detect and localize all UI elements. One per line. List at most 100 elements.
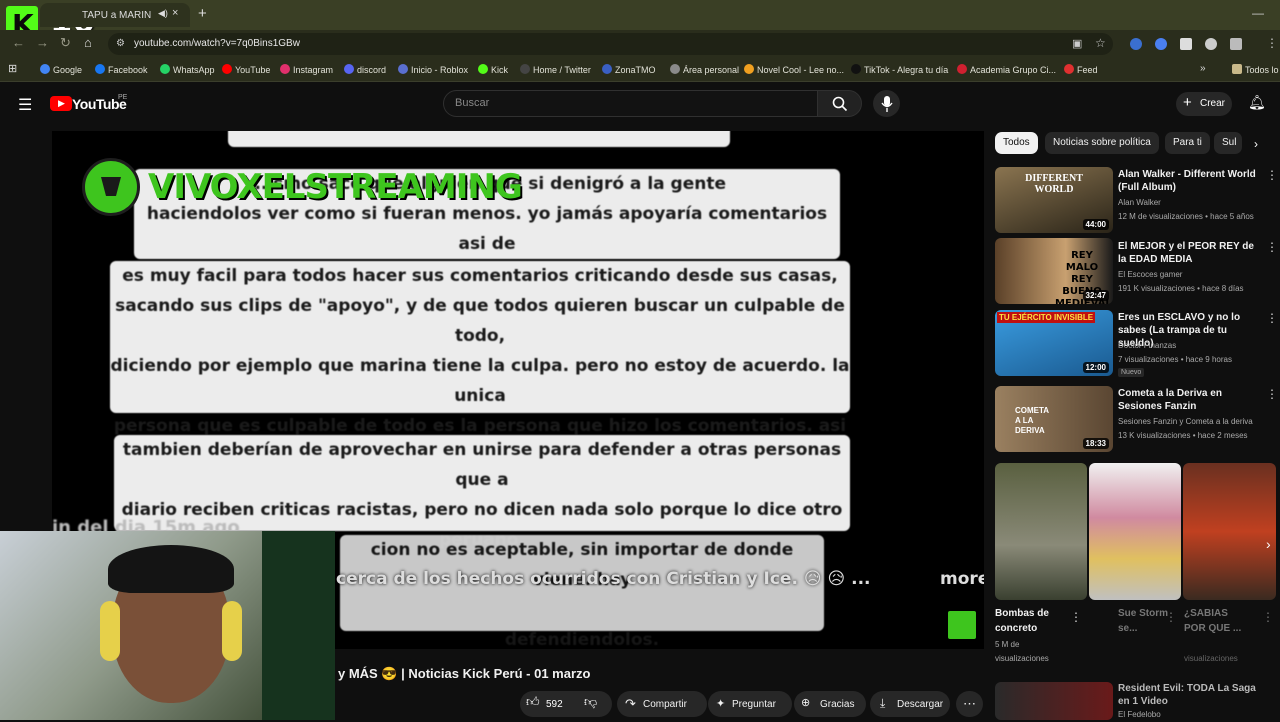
video-caption-more: more bbox=[940, 569, 984, 589]
bookmark-discord[interactable]: discord bbox=[344, 64, 386, 75]
notifications-bell-icon[interactable]: 🔔︎ bbox=[1248, 94, 1266, 111]
bookmark-youtube[interactable]: YouTube bbox=[222, 64, 270, 75]
extension-icon-4[interactable] bbox=[1205, 38, 1217, 50]
vivoxel-logo bbox=[82, 158, 140, 216]
site-info-icon[interactable]: ⚙ bbox=[116, 38, 125, 49]
video-menu-icon[interactable]: ⋮ bbox=[1266, 311, 1278, 325]
bookmark-favicon-icon bbox=[602, 64, 612, 74]
new-tab-button[interactable]: + bbox=[198, 5, 207, 22]
forward-icon[interactable]: → bbox=[36, 35, 49, 50]
bookmark-google[interactable]: Google bbox=[40, 64, 82, 75]
video-channel[interactable]: Sesiones Fanzin y Cometa a la deriva bbox=[1118, 415, 1268, 429]
bookmark-star-icon[interactable]: ☆ bbox=[1095, 36, 1106, 50]
like-button[interactable]: 👍︎ bbox=[526, 694, 540, 710]
bookmark-feed[interactable]: Feed bbox=[1064, 64, 1098, 75]
browser-menu-icon[interactable]: ⋮ bbox=[1266, 36, 1278, 50]
video-thumbnail[interactable] bbox=[995, 682, 1113, 720]
chip-politics[interactable]: Noticias sobre política bbox=[1045, 132, 1159, 154]
close-tab-icon[interactable]: × bbox=[172, 7, 178, 19]
video-title-link[interactable]: Cometa a la Deriva en Sesiones Fanzin bbox=[1118, 387, 1263, 413]
short-thumbnail[interactable] bbox=[1183, 463, 1276, 600]
bookmark-tiktok-alegra-tu-d-a[interactable]: TikTok - Alegra tu día bbox=[851, 64, 948, 75]
download-button[interactable]: ⤓ Descargar bbox=[870, 691, 950, 717]
home-icon[interactable]: ⌂ bbox=[84, 35, 92, 50]
speaker-icon[interactable]: ◀) bbox=[158, 8, 168, 19]
comment-bubble-2: es muy facil para todos hacer sus coment… bbox=[110, 261, 850, 496]
bookmark-whatsapp[interactable]: WhatsApp bbox=[160, 64, 215, 75]
bookmark-favicon-icon bbox=[1064, 64, 1074, 74]
cast-icon[interactable]: ▣ bbox=[1072, 37, 1082, 50]
new-badge: Nuevo bbox=[1118, 368, 1145, 377]
bookmark-instagram[interactable]: Instagram bbox=[280, 64, 333, 75]
short-thumbnail[interactable] bbox=[1089, 463, 1181, 600]
video-thumbnail[interactable]: DIFFERENT WORLD 44:00 bbox=[995, 167, 1113, 233]
url-text[interactable]: youtube.com/watch?v=7q0Bins1GBw bbox=[134, 38, 300, 49]
share-icon: ↷ bbox=[625, 696, 636, 711]
apps-grid-icon[interactable]: ⊞ bbox=[8, 62, 17, 75]
extension-icon-2[interactable] bbox=[1155, 38, 1167, 50]
back-icon[interactable]: ← bbox=[12, 35, 25, 50]
video-thumbnail[interactable]: REY MALO REY BUENO MEDIEVAL 32:47 bbox=[995, 238, 1113, 304]
video-thumbnail[interactable]: TU EJÉRCITO INVISIBLE 12:00 bbox=[995, 310, 1113, 376]
bookmark-novel-cool-lee-no[interactable]: Novel Cool - Lee no... bbox=[744, 64, 844, 75]
short-title[interactable]: ¿SABIAS POR QUE ... bbox=[1184, 606, 1249, 636]
minimize-icon[interactable]: — bbox=[1252, 6, 1264, 20]
video-duration: 44:00 bbox=[1082, 219, 1109, 230]
chips-next-icon[interactable]: › bbox=[1254, 137, 1258, 151]
bookmark-favicon-icon bbox=[160, 64, 170, 74]
extension-icon-3[interactable] bbox=[1180, 38, 1192, 50]
search-input[interactable] bbox=[443, 90, 818, 117]
short-title[interactable]: Sue Storm se... bbox=[1118, 606, 1168, 636]
comment-bubble-top bbox=[228, 131, 730, 147]
bookmark-favicon-icon bbox=[344, 64, 354, 74]
bookmark-home-twitter[interactable]: Home / Twitter bbox=[520, 64, 591, 75]
short-menu-icon[interactable]: ⋮ bbox=[1165, 610, 1177, 624]
more-actions-button[interactable]: ⋯ bbox=[956, 691, 983, 717]
shorts-next-icon[interactable]: › bbox=[1266, 536, 1271, 552]
thumbnail-text: TU EJÉRCITO INVISIBLE bbox=[997, 312, 1096, 323]
chip-todos[interactable]: Todos bbox=[995, 132, 1038, 154]
bookmark-facebook[interactable]: Facebook bbox=[95, 64, 148, 75]
dislike-button[interactable]: 👎︎ bbox=[584, 694, 597, 710]
share-button[interactable]: ↷ Compartir bbox=[617, 691, 707, 717]
bookmark-zonatmo[interactable]: ZonaTMO bbox=[602, 64, 656, 75]
video-title-link[interactable]: Resident Evil: TODA La Saga en 1 Video bbox=[1118, 682, 1263, 708]
bookmark-label: Kick bbox=[491, 65, 509, 75]
youtube-logo[interactable]: ▶ bbox=[50, 96, 72, 111]
video-menu-icon[interactable]: ⋮ bbox=[1266, 240, 1278, 254]
video-menu-icon[interactable]: ⋮ bbox=[1266, 387, 1278, 401]
short-menu-icon[interactable]: ⋮ bbox=[1262, 610, 1274, 624]
chip-sub[interactable]: Sul bbox=[1214, 132, 1242, 154]
video-title-link[interactable]: Alan Walker - Different World (Full Albu… bbox=[1118, 168, 1263, 194]
bookmark-label: Google bbox=[53, 65, 83, 75]
video-menu-icon[interactable]: ⋮ bbox=[1266, 168, 1278, 182]
chip-for-you[interactable]: Para ti bbox=[1165, 132, 1210, 154]
voice-search-button[interactable] bbox=[873, 90, 900, 117]
bookmark-inicio-roblox[interactable]: Inicio - Roblox bbox=[398, 64, 468, 75]
video-channel[interactable]: Doctor Finanzas bbox=[1118, 339, 1268, 353]
bookmark-label: Inicio - Roblox bbox=[411, 65, 469, 75]
bookmark-label: YouTube bbox=[235, 65, 271, 75]
extension-icon-5[interactable] bbox=[1230, 38, 1242, 50]
short-menu-icon[interactable]: ⋮ bbox=[1070, 610, 1082, 624]
reload-icon[interactable]: ↻ bbox=[60, 35, 71, 51]
ask-button[interactable]: ✦ Preguntar bbox=[708, 691, 792, 717]
search-button[interactable] bbox=[817, 90, 862, 117]
thanks-button[interactable]: ⊕ Gracias bbox=[794, 691, 866, 717]
bookmarks-overflow-icon[interactable]: » bbox=[1200, 63, 1206, 74]
video-channel[interactable]: El Escoces gamer bbox=[1118, 268, 1268, 282]
bookmark-academia-grupo-ci[interactable]: Academia Grupo Ci... bbox=[957, 64, 1056, 75]
all-bookmarks-folder[interactable]: Todos lo bbox=[1232, 64, 1279, 75]
extension-icon-1[interactable] bbox=[1130, 38, 1142, 50]
bookmark--rea-personal[interactable]: Área personal bbox=[670, 64, 739, 75]
webcam-overlay bbox=[0, 531, 335, 720]
video-thumbnail[interactable]: COMETA A LA DERIVA 18:33 bbox=[995, 386, 1113, 452]
bookmark-kick[interactable]: Kick bbox=[478, 64, 508, 75]
video-channel[interactable]: Alan Walker bbox=[1118, 196, 1268, 210]
menu-icon[interactable]: ☰ bbox=[18, 95, 32, 115]
video-title-link[interactable]: El MEJOR y el PEOR REY de la EDAD MEDIA bbox=[1118, 240, 1263, 266]
short-thumbnail[interactable] bbox=[995, 463, 1087, 600]
like-count: 592 bbox=[546, 699, 563, 710]
short-title[interactable]: Bombas de concreto bbox=[995, 606, 1065, 636]
video-meta: 12 M de visualizaciones • hace 5 años bbox=[1118, 212, 1254, 221]
